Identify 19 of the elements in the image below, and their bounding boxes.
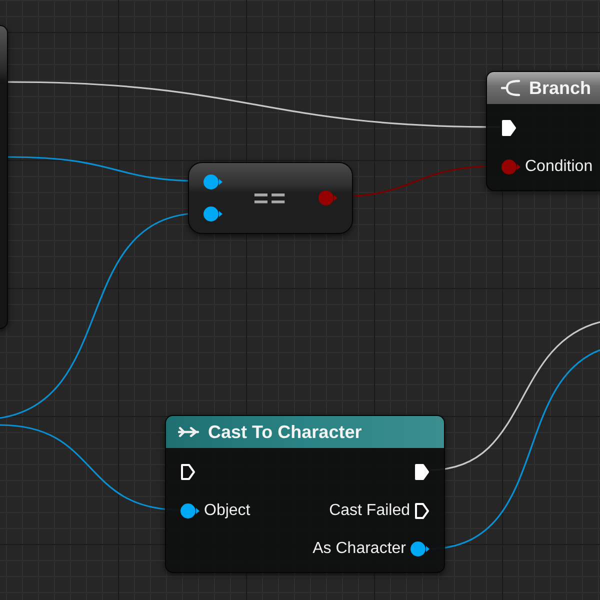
double-arrow-icon <box>178 426 200 438</box>
data-pin-icon[interactable] <box>410 541 430 557</box>
node-title: Cast To Character <box>208 422 362 442</box>
node-header[interactable]: Cast To Character <box>166 416 444 448</box>
pin-label: Object <box>204 502 250 520</box>
pin-label: Cast Failed <box>329 502 410 520</box>
exec-pin-icon[interactable] <box>501 118 517 136</box>
branch-icon <box>501 78 521 98</box>
exec-pin-icon[interactable] <box>414 502 430 520</box>
data-pin-icon[interactable] <box>203 206 223 222</box>
operator-symbol: == <box>253 182 288 214</box>
exec-pin-icon[interactable] <box>180 462 196 480</box>
data-pin-icon[interactable] <box>203 174 223 190</box>
pin-label: As Character <box>312 540 406 558</box>
exec-pin-icon[interactable] <box>414 462 430 480</box>
data-pin-icon[interactable] <box>180 502 200 518</box>
node-title: Branch <box>529 78 592 98</box>
node-header[interactable]: Branch <box>487 72 600 104</box>
pin-label: Condition <box>525 158 593 176</box>
